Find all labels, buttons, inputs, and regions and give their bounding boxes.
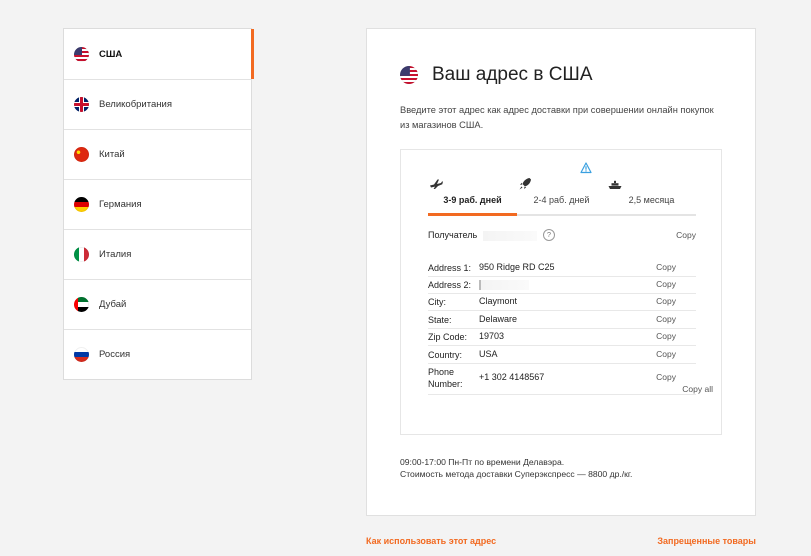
field-label: State:: [428, 315, 452, 325]
field-value: 19703: [479, 331, 505, 341]
tab-air[interactable]: 3-9 раб. дней: [428, 164, 517, 216]
country-item-germany[interactable]: Германия: [64, 179, 251, 229]
copy-button[interactable]: Copy: [656, 372, 676, 382]
page-title: Ваш адрес в США: [432, 64, 593, 85]
tab-label: 3-9 раб. дней: [443, 195, 502, 205]
country-item-china[interactable]: Китай: [64, 129, 251, 179]
field-label: City:: [428, 297, 446, 307]
tab-label: 2,5 месяца: [628, 195, 675, 205]
uk-flag-icon: [74, 97, 89, 112]
prohibited-goods-link[interactable]: Запрещенные товары: [657, 536, 756, 546]
panel-header: Ваш адрес в США: [400, 64, 593, 86]
ship-icon: [608, 180, 622, 189]
field-value: [479, 280, 529, 290]
address-panel: Ваш адрес в США Введите этот адрес как а…: [366, 28, 756, 516]
active-tab-indicator: [428, 213, 517, 216]
row-divider: [428, 293, 696, 294]
delivery-cost: Стоимость метода доставки Суперэкспресс …: [400, 469, 633, 479]
country-label: США: [99, 48, 123, 60]
copy-button[interactable]: Copy: [656, 314, 676, 324]
address-row-zip: Zip Code: 19703 Copy: [428, 331, 696, 345]
country-label: Дубай: [99, 299, 127, 310]
how-to-use-address-link[interactable]: Как использовать этот адрес: [366, 536, 496, 546]
copy-button[interactable]: Copy: [656, 262, 676, 272]
rocket-icon: [519, 178, 531, 190]
delivery-info: 09:00-17:00 Пн-Пт по времени Делавэра. С…: [400, 456, 632, 480]
recipient-row: Получатель ? Copy: [428, 229, 696, 244]
plane-icon: [430, 179, 443, 189]
country-item-dubai[interactable]: Дубай: [64, 279, 251, 329]
usa-flag-icon: [74, 46, 89, 62]
uae-flag-icon: [74, 297, 89, 312]
address-row-country: Country: USA Copy: [428, 349, 696, 363]
copy-recipient-button[interactable]: Copy: [676, 230, 696, 240]
field-value: +1 302 4148567: [479, 372, 545, 382]
recipient-label: Получатель: [428, 230, 478, 240]
field-label: Address 2:: [428, 280, 472, 290]
field-label: Address 1:: [428, 263, 472, 273]
working-hours: 09:00-17:00 Пн-Пт по времени Делавэра.: [400, 457, 565, 467]
row-divider: [428, 276, 696, 277]
copy-button[interactable]: Copy: [656, 279, 676, 289]
address-row-state: State: Delaware Copy: [428, 314, 696, 328]
field-label: Country:: [428, 350, 463, 360]
usa-flag-icon: [400, 66, 418, 84]
row-divider: [428, 328, 696, 329]
tab-label: 2-4 раб. дней: [533, 195, 590, 205]
country-list: США Великобритания Китай Германия Италия…: [63, 28, 254, 380]
country-label: Россия: [99, 349, 131, 360]
address-row-address2: Address 2: Copy: [428, 279, 696, 293]
field-value: 950 Ridge RD C25: [479, 262, 555, 272]
country-item-italy[interactable]: Италия: [64, 229, 251, 279]
copy-button[interactable]: Copy: [656, 296, 676, 306]
shipping-method-tabs: 3-9 раб. дней 2-4 раб. дней 2,5 месяца: [428, 162, 696, 216]
country-label: Германия: [99, 199, 142, 210]
address-row-phone: Phone Number: +1 302 4148567 Copy: [428, 366, 696, 392]
country-item-usa[interactable]: США: [64, 29, 254, 79]
country-label: Китай: [99, 149, 125, 160]
china-flag-icon: [74, 147, 89, 162]
field-value: USA: [479, 349, 498, 359]
recipient-value: [483, 231, 537, 241]
field-label: Zip Code:: [428, 332, 468, 342]
copy-button[interactable]: Copy: [656, 349, 676, 359]
russia-flag-icon: [74, 347, 89, 362]
copy-button[interactable]: Copy: [656, 331, 676, 341]
help-icon[interactable]: ?: [543, 229, 555, 241]
italy-flag-icon: [74, 247, 89, 262]
address-row-address1: Address 1: 950 Ridge RD C25 Copy: [428, 262, 696, 276]
tab-express[interactable]: 2-4 раб. дней: [517, 164, 606, 216]
row-divider: [428, 394, 696, 395]
tab-sea[interactable]: 2,5 месяца: [607, 164, 696, 216]
copy-all-button[interactable]: Copy all: [682, 384, 713, 394]
field-label: Phone Number:: [428, 367, 463, 389]
row-divider: [428, 345, 696, 346]
country-item-russia[interactable]: Россия: [64, 329, 251, 379]
row-divider: [428, 310, 696, 311]
country-item-uk[interactable]: Великобритания: [64, 79, 251, 129]
row-divider: [428, 363, 696, 364]
country-label: Италия: [99, 249, 132, 260]
address-card: 3-9 раб. дней 2-4 раб. дней 2,5 месяца П…: [400, 149, 722, 435]
germany-flag-icon: [74, 197, 89, 212]
panel-description: Введите этот адрес как адрес доставки пр…: [400, 105, 714, 130]
address-row-city: City: Claymont Copy: [428, 296, 696, 310]
field-value: Claymont: [479, 296, 518, 306]
country-label: Великобритания: [99, 99, 172, 110]
field-value: Delaware: [479, 314, 518, 324]
